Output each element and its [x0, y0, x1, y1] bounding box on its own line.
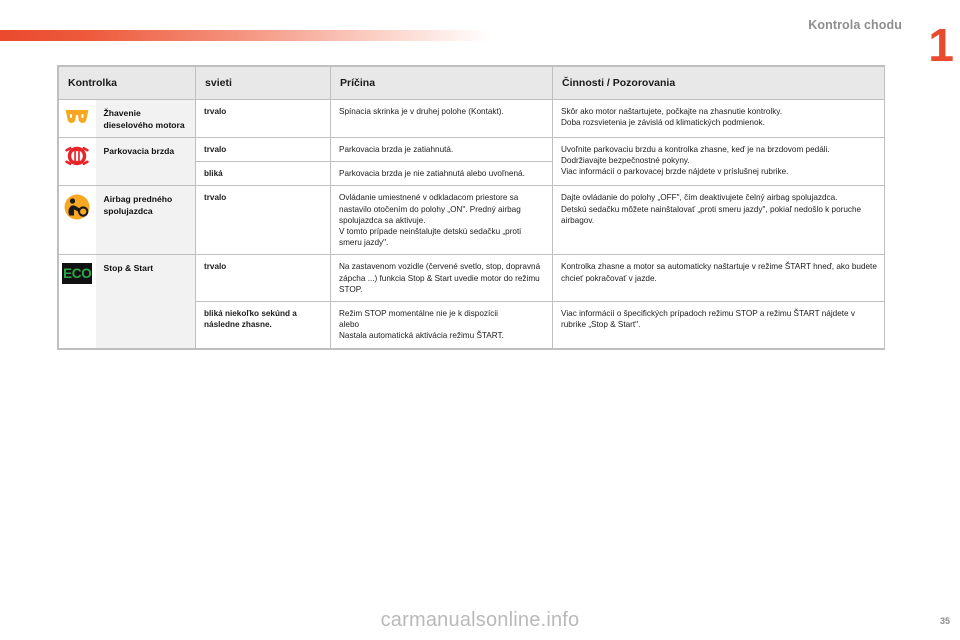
- eco-stop-start-icon: ECO: [59, 263, 96, 285]
- diesel-glow-plug-icon: [59, 108, 96, 124]
- warning-light-name: Airbag predného spolujazdca: [95, 185, 197, 256]
- warning-light-action: Skôr ako motor naštartujete, počkajte na…: [552, 99, 886, 138]
- table-row: ECO Stop & Start trvalo Na zastavenom vozid…: [58, 254, 886, 349]
- table: Kontrolka svieti Príčina Činnosti / Pozo…: [57, 66, 886, 349]
- chapter-number: 1: [928, 19, 954, 71]
- warning-light-action: Viac informácií o špecifických prípadoch…: [552, 301, 886, 349]
- warning-light-icon-cell: [58, 136, 96, 187]
- warning-light-cause: Na zastavenom vozidle (červené svetlo, s…: [330, 254, 554, 303]
- page-title: Kontrola chodu: [808, 18, 902, 32]
- warning-light-icon-cell: [58, 99, 96, 138]
- parking-brake-icon: [59, 146, 96, 166]
- column-header-cinnosti: Činnosti / Pozorovania: [552, 66, 886, 100]
- warning-light-cause: Spínacia skrinka je v druhej polohe (Kon…: [330, 99, 554, 138]
- table-row: Parkovacia brzda trvalo Parkovacia brzda j…: [58, 136, 886, 187]
- page-number: 35: [939, 616, 950, 626]
- warning-light-state: bliká niekoľko sekúnd a následne zhasne.: [195, 301, 332, 349]
- warning-light-action: Uvoľnite parkovaciu brzdu a kontrolka zh…: [552, 136, 886, 187]
- warning-light-name: Stop & Start: [95, 254, 197, 349]
- warning-light-icon-cell: ECO: [58, 254, 96, 349]
- site-watermark: carmanualsonline.info: [380, 609, 580, 631]
- warning-light-state: trvalo: [195, 99, 332, 138]
- column-header-svieti: svieti: [195, 66, 332, 100]
- passenger-airbag-icon: [59, 194, 96, 220]
- warning-lights-table: Kontrolka svieti Príčina Činnosti / Pozo…: [57, 65, 886, 350]
- header-accent-bar: [0, 30, 491, 41]
- warning-light-action: Dajte ovládanie do polohy „OFF", čím dea…: [552, 185, 886, 256]
- warning-light-state: trvalo: [195, 254, 332, 303]
- warning-light-state: trvalo: [195, 185, 332, 256]
- warning-light-cause: Parkovacia brzda je nie zatiahnutá alebo…: [330, 161, 554, 187]
- table-header-row: Kontrolka svieti Príčina Činnosti / Pozo…: [57, 66, 886, 100]
- warning-light-icon-cell: [58, 185, 96, 256]
- chapter-tab: 1: [914, 10, 960, 71]
- column-header-kontrolka: Kontrolka: [57, 66, 197, 100]
- warning-light-cause: Ovládanie umiestnené v odkladacom priest…: [330, 185, 554, 256]
- warning-light-action: Kontrolka zhasne a motor sa automaticky …: [552, 254, 886, 303]
- column-header-pricina: Príčina: [330, 66, 554, 100]
- table-row: Žhavenie dieselového motora trvalo Spínaci…: [58, 99, 886, 138]
- warning-light-state: trvalo: [195, 136, 332, 163]
- warning-light-state: bliká: [195, 161, 332, 187]
- warning-light-name: Parkovacia brzda: [95, 136, 197, 187]
- warning-light-name: Žhavenie dieselového motora: [95, 99, 197, 138]
- table-body: Žhavenie dieselového motora trvalo Spínaci…: [58, 99, 886, 349]
- warning-light-cause: Parkovacia brzda je zatiahnutá.: [330, 136, 554, 163]
- table-row: Airbag predného spolujazdca trvalo Ovládan…: [58, 185, 886, 256]
- warning-light-cause: Režim STOP momentálne nie je k dispozíci…: [330, 301, 554, 349]
